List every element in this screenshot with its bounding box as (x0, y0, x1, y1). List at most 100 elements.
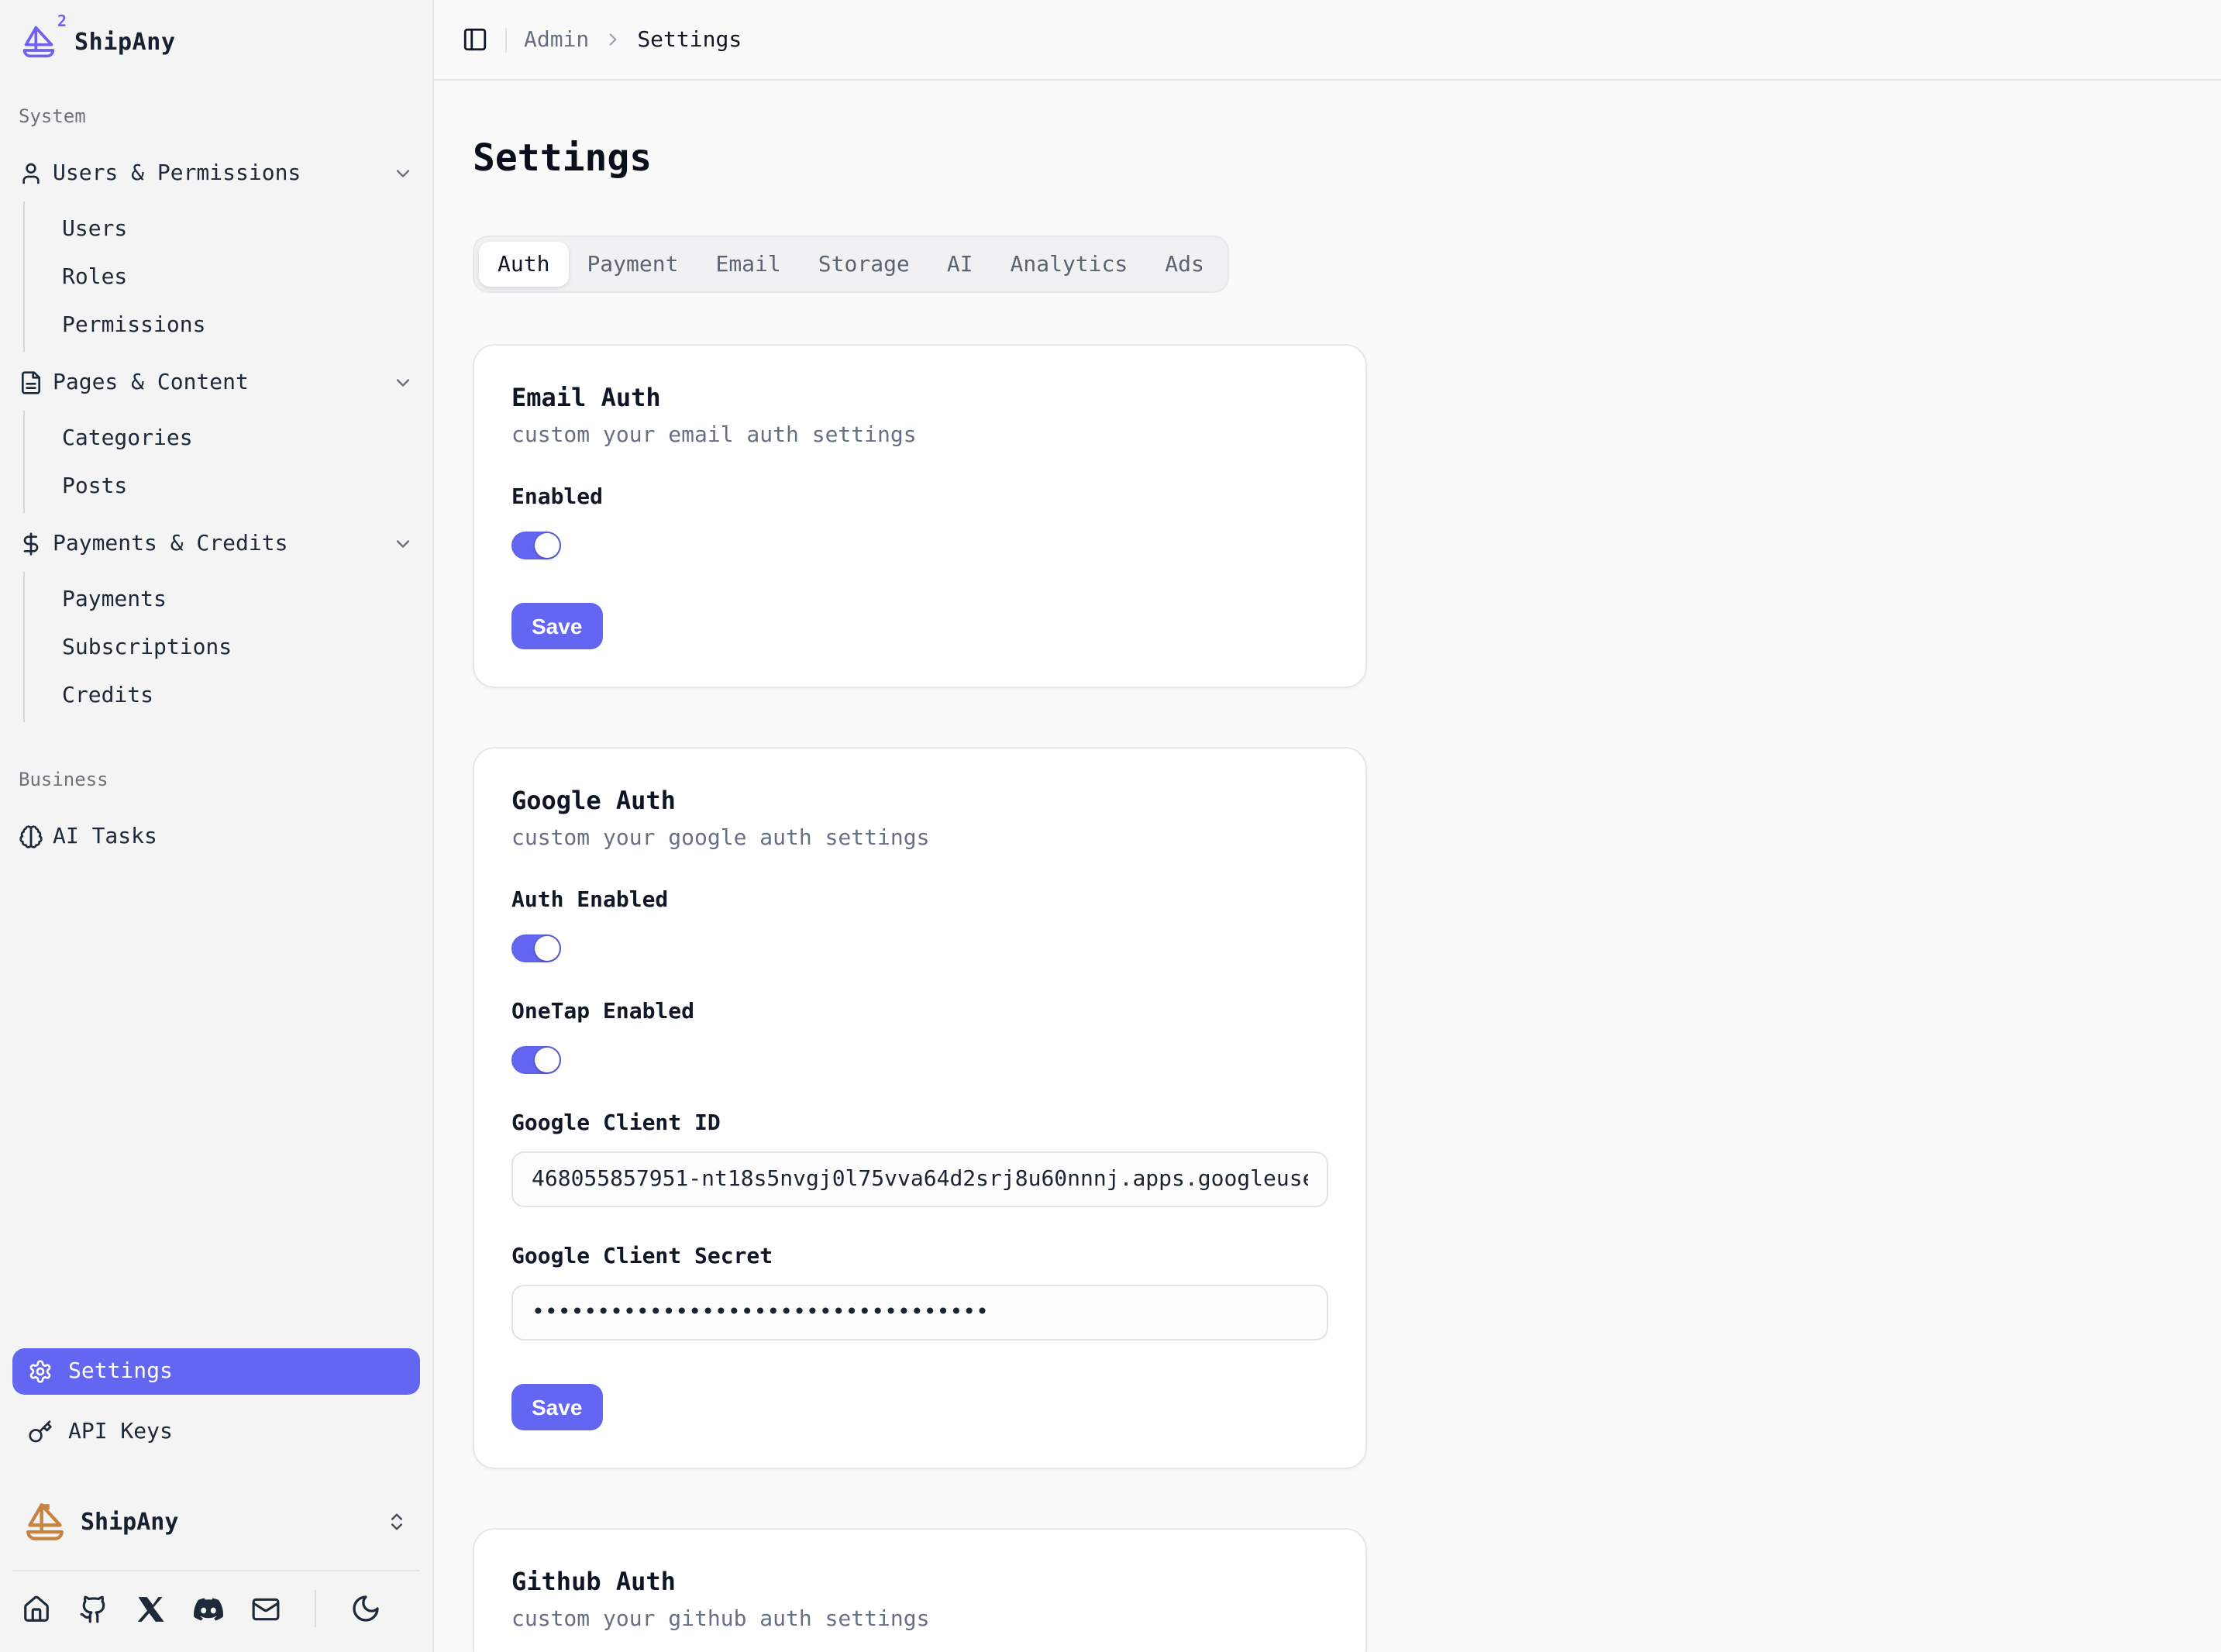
sidebar-subitem-permissions[interactable]: Permissions (25, 301, 426, 349)
dollar-sign-icon (19, 532, 43, 556)
card-title: Github Auth (511, 1567, 1328, 1596)
tab-payment[interactable]: Payment (568, 242, 697, 287)
field-label: Google Client ID (511, 1108, 1328, 1139)
mail-icon[interactable] (251, 1594, 281, 1623)
field-label: Enabled (511, 482, 1328, 513)
file-text-icon (19, 370, 43, 395)
switch-thumb (535, 1048, 560, 1072)
sidebar-subgroup-payments-credits: PaymentsSubscriptionsCredits (23, 572, 426, 722)
key-icon (28, 1420, 53, 1444)
social-links-row (12, 1587, 420, 1640)
chevrons-up-down-icon (386, 1511, 408, 1533)
workspace-switcher[interactable]: ShipAny (12, 1495, 420, 1548)
field-label: Auth Enabled (511, 885, 1328, 916)
switch-thumb (535, 533, 560, 558)
page-title: Settings (473, 136, 2182, 180)
tab-storage[interactable]: Storage (800, 242, 928, 287)
tab-email[interactable]: Email (697, 242, 799, 287)
breadcrumb-settings: Settings (637, 27, 742, 52)
card-google-auth: Google Auth custom your google auth setti… (473, 747, 1367, 1469)
topbar: Admin Settings (434, 0, 2221, 81)
sidebar-bottom: Settings API Keys ShipAny (0, 1336, 432, 1652)
tab-ads[interactable]: Ads (1146, 242, 1223, 287)
main-area: Admin Settings Settings AuthPaymentEmail… (434, 0, 2221, 1652)
settings-tabs: AuthPaymentEmailStorageAIAnalyticsAds (473, 236, 1229, 293)
card-email-auth: Email Auth custom your email auth setting… (473, 344, 1367, 688)
app-title: ShipAny (74, 28, 176, 56)
social-separator (315, 1590, 316, 1627)
card-github-auth: Github Auth custom your github auth setti… (473, 1528, 1367, 1652)
field-google-client-secret: Google Client Secret (511, 1241, 1328, 1341)
sidebar: 2 ShipAny System Users & Permissions Users… (0, 0, 434, 1652)
google-auth-save-button[interactable]: Save (511, 1384, 602, 1430)
field-onetap-enabled: OneTap Enabled (511, 996, 1328, 1074)
chevron-down-icon (392, 533, 414, 555)
field-google-client-id: Google Client ID (511, 1108, 1328, 1207)
breadcrumb: Admin Settings (524, 27, 742, 52)
sidebar-item-label: Users & Permissions (53, 161, 301, 186)
sidebar-item-ai-tasks[interactable]: AI Tasks (6, 812, 426, 862)
tab-analytics[interactable]: Analytics (992, 242, 1147, 287)
switch-thumb (535, 936, 560, 961)
card-description: custom your google auth settings (511, 826, 1328, 851)
sidebar-item-label: Settings (68, 1359, 173, 1384)
chevron-down-icon (392, 163, 414, 184)
email-auth-save-button[interactable]: Save (511, 603, 602, 649)
home-icon[interactable] (22, 1594, 51, 1623)
shipany-logo-icon: 2 (22, 25, 56, 59)
sidebar-toggle-button[interactable] (462, 26, 488, 53)
sidebar-item-payments-credits[interactable]: Payments & Credits (6, 519, 426, 569)
sidebar-item-label: AI Tasks (53, 824, 157, 849)
field-label: Google Client Secret (511, 1241, 1328, 1272)
settings-page: Settings AuthPaymentEmailStorageAIAnalyt… (434, 81, 2221, 1652)
logo-version-badge: 2 (57, 15, 67, 31)
card-description: custom your github auth settings (511, 1607, 1328, 1632)
sidebar-item-api-keys[interactable]: API Keys (12, 1409, 420, 1455)
field-enabled: Enabled (511, 482, 1328, 559)
chevron-down-icon (392, 372, 414, 394)
sidebar-logo-row[interactable]: 2 ShipAny (0, 0, 432, 59)
card-title: Google Auth (511, 786, 1328, 815)
sidebar-subitem-credits[interactable]: Credits (25, 671, 426, 719)
sidebar-item-pages-content[interactable]: Pages & Content (6, 358, 426, 408)
field-auth-enabled: Auth Enabled (511, 885, 1328, 962)
sidebar-subitem-users[interactable]: Users (25, 205, 426, 253)
sidebar-group-label: System (6, 105, 426, 127)
google-client-id-input[interactable] (511, 1151, 1328, 1207)
user-icon (19, 161, 43, 186)
app-window: 2 ShipAny System Users & Permissions Users… (0, 0, 2221, 1652)
sidebar-subitem-roles[interactable]: Roles (25, 253, 426, 301)
sidebar-nav: System Users & Permissions UsersRolesPermi… (0, 105, 432, 862)
breadcrumb-admin[interactable]: Admin (524, 27, 589, 52)
gear-icon (28, 1359, 53, 1384)
workspace-name: ShipAny (81, 1508, 178, 1536)
x-twitter-icon[interactable] (136, 1594, 166, 1623)
card-description: custom your email auth settings (511, 423, 1328, 448)
sidebar-subgroup-users-permissions: UsersRolesPermissions (23, 201, 426, 352)
tab-ai[interactable]: AI (928, 242, 992, 287)
sidebar-item-users-permissions[interactable]: Users & Permissions (6, 149, 426, 198)
google-client-secret-input[interactable] (511, 1285, 1328, 1341)
workspace-boat-icon (25, 1502, 65, 1542)
github-icon[interactable] (79, 1594, 108, 1623)
sidebar-item-settings[interactable]: Settings (12, 1348, 420, 1395)
tab-auth[interactable]: Auth (479, 242, 568, 287)
discord-icon[interactable] (194, 1594, 223, 1623)
sidebar-item-label: Payments & Credits (53, 532, 288, 556)
sidebar-item-label: Pages & Content (53, 370, 249, 395)
moon-icon[interactable] (350, 1593, 381, 1624)
sidebar-subgroup-pages-content: CategoriesPosts (23, 411, 426, 513)
chevron-right-icon (603, 29, 623, 50)
sidebar-subitem-payments[interactable]: Payments (25, 575, 426, 623)
sidebar-subitem-posts[interactable]: Posts (25, 462, 426, 510)
sidebar-subitem-categories[interactable]: Categories (25, 414, 426, 462)
enabled-switch[interactable] (511, 532, 561, 559)
auth-enabled-switch[interactable] (511, 934, 561, 962)
sidebar-group-label: Business (6, 769, 426, 790)
onetap-enabled-switch[interactable] (511, 1046, 561, 1074)
card-title: Email Auth (511, 383, 1328, 412)
settings-cards: Email Auth custom your email auth setting… (473, 344, 2182, 1652)
sidebar-divider (12, 1570, 420, 1571)
sidebar-subitem-subscriptions[interactable]: Subscriptions (25, 623, 426, 671)
brain-icon (19, 824, 43, 849)
